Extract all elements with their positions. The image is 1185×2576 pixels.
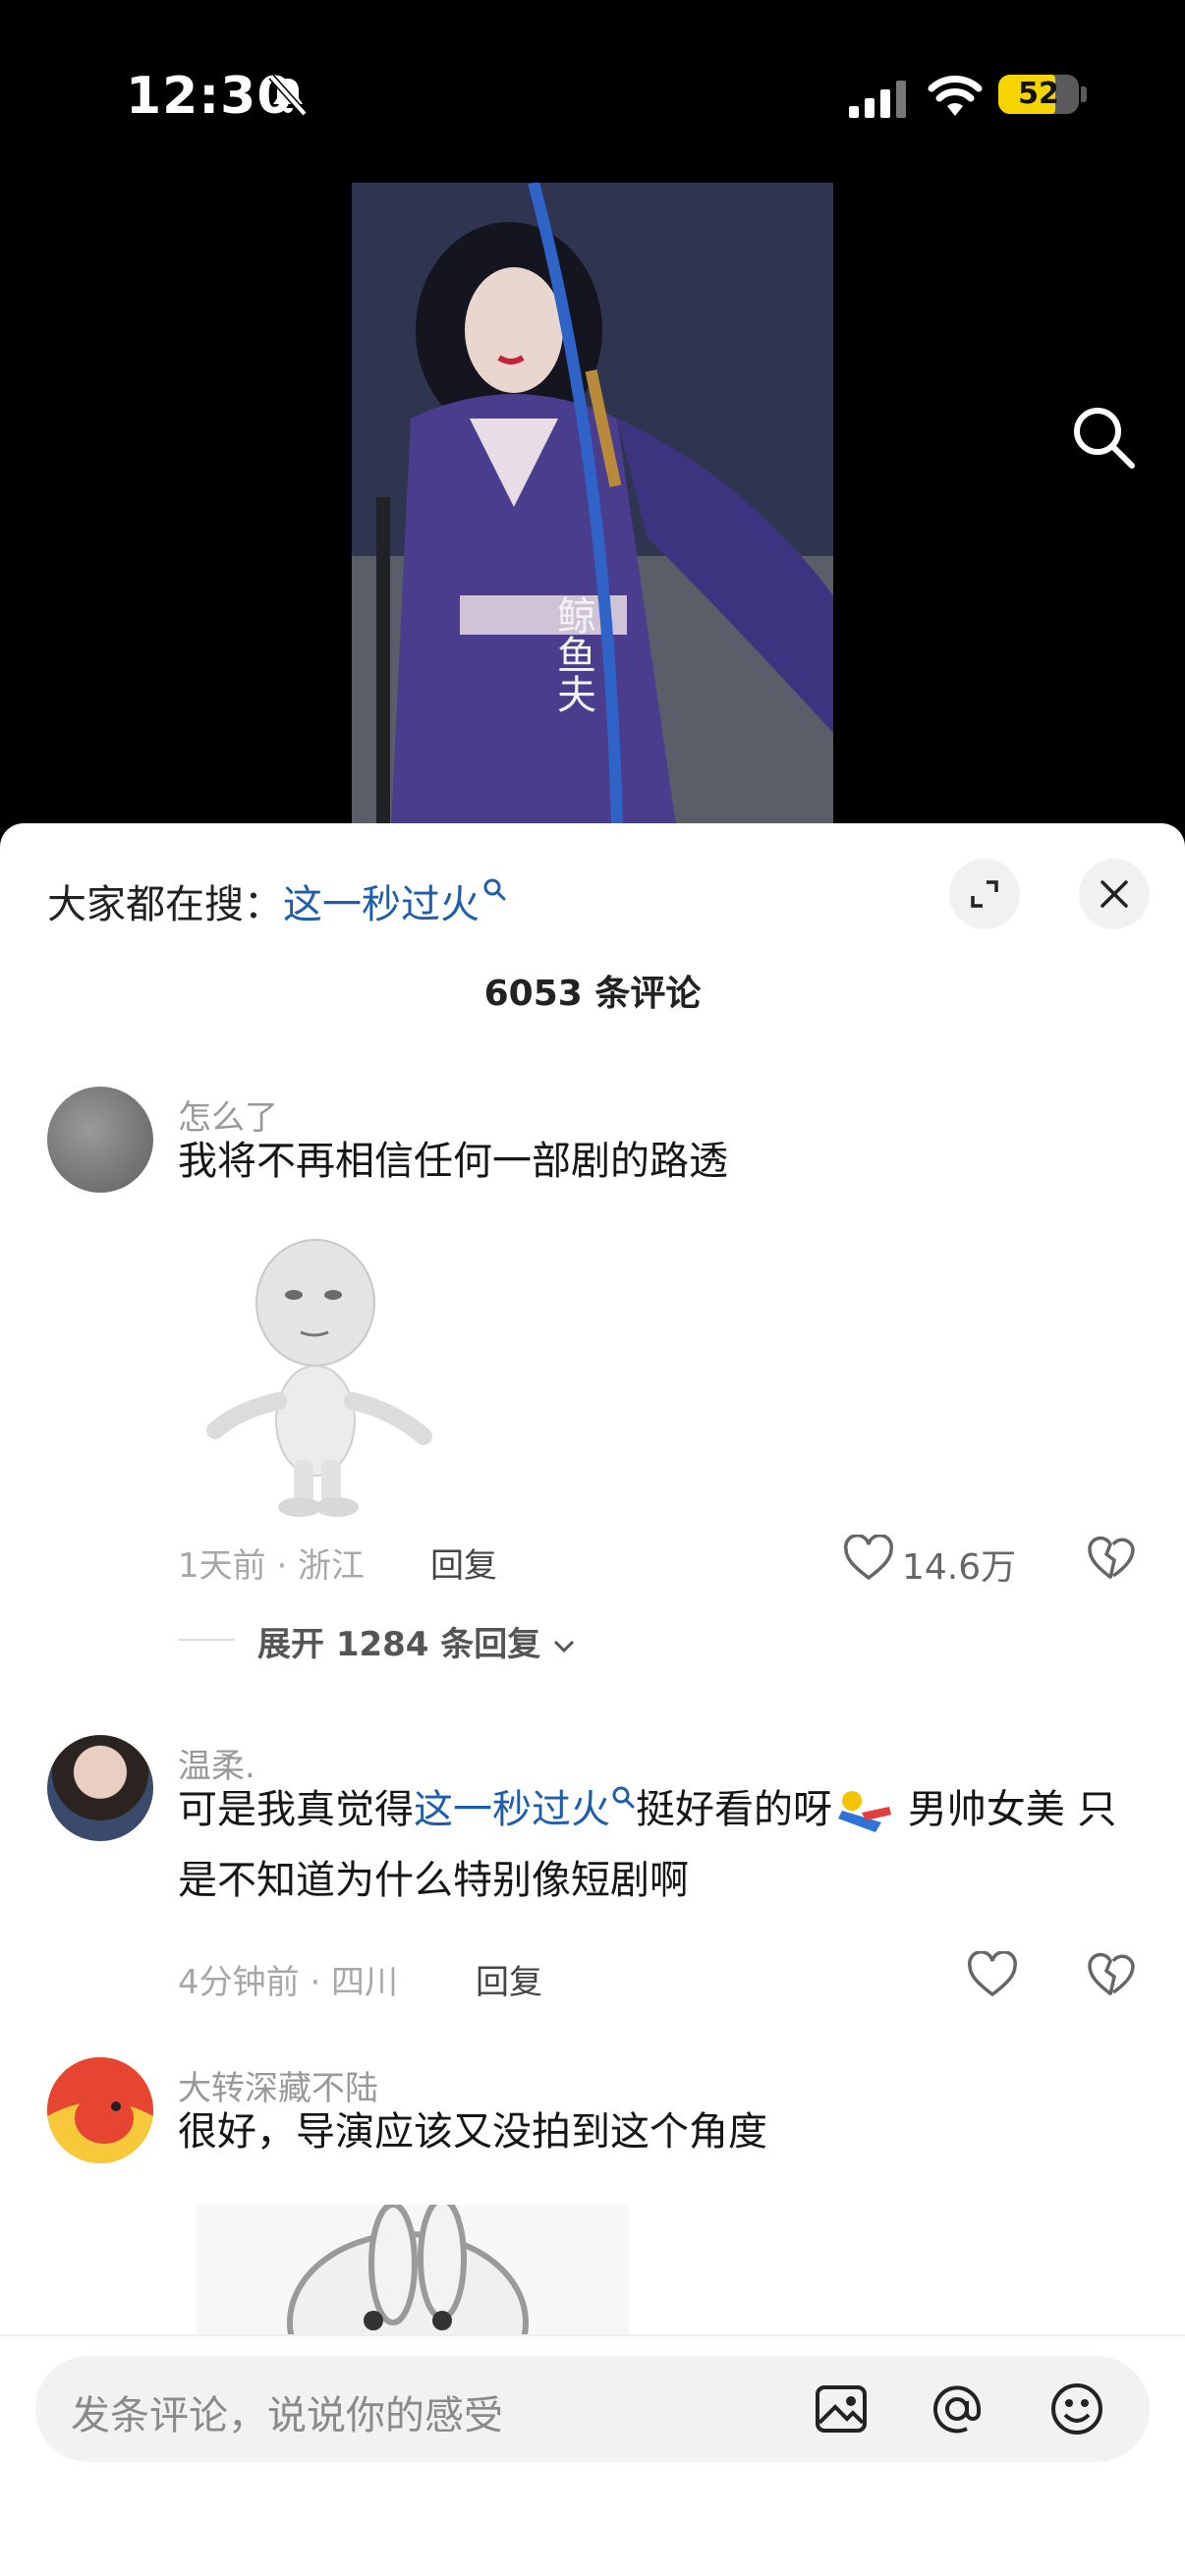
reply-button[interactable]: 回复 bbox=[476, 1955, 542, 2003]
comment-text: 很好，导演应该又没拍到这个角度 bbox=[178, 2109, 767, 2155]
heart-icon[interactable] bbox=[967, 1951, 1018, 1998]
close-sheet-button[interactable] bbox=[1079, 859, 1150, 929]
avatar[interactable] bbox=[47, 1087, 153, 1193]
heart-icon[interactable] bbox=[843, 1535, 894, 1582]
comment-text: 我将不再相信任何一部剧的路透 bbox=[178, 1139, 728, 1184]
comment-meta: 4分钟前 · 四川 bbox=[178, 1963, 399, 2002]
sticker-illustration bbox=[206, 1239, 432, 1517]
video-scene-illustration: 鲸鱼夫 bbox=[352, 183, 833, 825]
hot-search-prefix: 大家都在搜： bbox=[47, 882, 283, 927]
video-caption: 鲸鱼夫 bbox=[550, 595, 595, 713]
reply-button[interactable]: 回复 bbox=[430, 1539, 497, 1587]
expand-sheet-button[interactable] bbox=[949, 859, 1020, 929]
broken-heart-icon[interactable] bbox=[1087, 1535, 1136, 1582]
hot-search-banner[interactable]: 大家都在搜：这一秒过火 bbox=[47, 872, 507, 929]
expand-replies-button[interactable]: 展开 1284 条回复 bbox=[257, 1617, 576, 1665]
mention-icon[interactable] bbox=[928, 2380, 987, 2438]
comment-meta: 1天前 · 浙江 bbox=[178, 1546, 366, 1586]
broken-heart-icon[interactable] bbox=[1087, 1951, 1136, 1998]
battery-cap bbox=[1081, 86, 1087, 102]
comment-input-placeholder: 发条评论，说说你的感受 bbox=[71, 2393, 503, 2438]
video-thumbnail: 鲸鱼夫 bbox=[352, 183, 833, 825]
like-count: 14.6万 bbox=[902, 1547, 1017, 1588]
expand-divider bbox=[178, 1639, 235, 1641]
avatar[interactable] bbox=[47, 1735, 153, 1841]
video-player[interactable]: 鲸鱼夫 bbox=[0, 183, 1185, 825]
expand-replies-label: 展开 1284 条回复 bbox=[257, 1625, 541, 1664]
comments-sheet: 大家都在搜：这一秒过火 6053 条评论 怎么了 我将不再相信任何一部剧的路透 bbox=[0, 823, 1185, 2576]
avatar-illustration bbox=[47, 2057, 153, 2163]
status-bar: 12:30 52 bbox=[0, 0, 1185, 187]
comment-hashtag-link[interactable]: 这一秒过火 bbox=[414, 1787, 610, 1832]
chevron-down-icon bbox=[554, 1640, 575, 1652]
hot-search-term[interactable]: 这一秒过火 bbox=[283, 882, 480, 927]
comment-count: 6053 条评论 bbox=[483, 974, 702, 1014]
search-small-icon bbox=[483, 878, 506, 901]
wifi-icon bbox=[928, 76, 983, 116]
cellular-signal-icon bbox=[849, 81, 906, 118]
battery-level: 52 bbox=[1018, 77, 1059, 111]
search-small-icon bbox=[612, 1786, 635, 1809]
image-icon[interactable] bbox=[812, 2380, 871, 2438]
expand-icon bbox=[971, 880, 998, 908]
bell-muted-icon bbox=[268, 74, 308, 117]
emoji-icon[interactable] bbox=[1047, 2380, 1106, 2438]
close-icon bbox=[1100, 880, 1128, 908]
dancing-emoji-icon bbox=[838, 1791, 891, 1832]
comment-sticker-image[interactable] bbox=[178, 1234, 473, 1519]
battery-indicator: 52 bbox=[998, 75, 1079, 114]
avatar[interactable] bbox=[47, 2057, 153, 2163]
comment-text: 可是我真觉得这一秒过火 挺好看的呀 男帅女美 只是不知道为什么特别像短剧啊 bbox=[178, 1774, 1121, 1916]
comment-text-part: 挺好看的呀 bbox=[636, 1787, 832, 1832]
search-icon[interactable] bbox=[1069, 403, 1138, 472]
comment-input-bar: 发条评论，说说你的感受 bbox=[0, 2334, 1185, 2576]
comment-text-part: 可是我真觉得 bbox=[178, 1787, 414, 1832]
comment-input[interactable]: 发条评论，说说你的感受 bbox=[35, 2356, 1150, 2462]
